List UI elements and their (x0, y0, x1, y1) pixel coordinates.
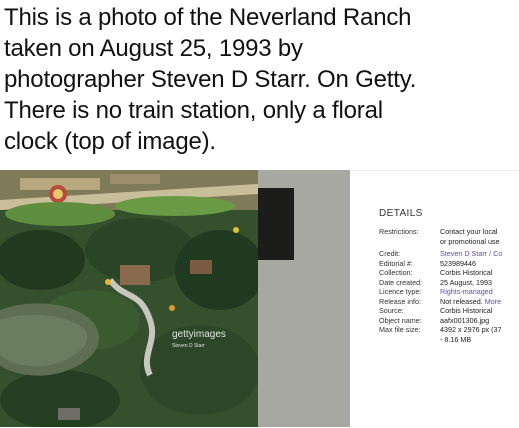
detail-row-collection: Collection: Corbis Historical (379, 268, 519, 278)
detail-value: Rights-managed (440, 287, 519, 297)
more-link[interactable]: More (485, 297, 501, 306)
detail-value: Corbis Historical (440, 306, 493, 315)
tweet-line: taken on August 25, 1993 by (4, 35, 303, 62)
detail-key: Restrictions: (379, 227, 419, 236)
detail-row-editorial: Editorial #: 523989446 (379, 259, 519, 269)
tweet-line: There is no train station, only a floral (4, 97, 383, 124)
getty-watermark: gettyimages Steven D Starr (172, 330, 226, 351)
aerial-scene (0, 170, 258, 427)
detail-row-date-created: Date created: 25 August, 1993 (379, 278, 519, 288)
details-panel: DETAILS Restrictions: Contact your local… (350, 170, 519, 428)
detail-key: Credit: (379, 249, 401, 258)
detail-value: 4392 x 2976 px (37- 8.16 MB (440, 325, 502, 344)
detail-key: Object name: (379, 315, 422, 325)
detail-key: Date created: (379, 277, 423, 287)
detail-row-licence-type: Licence type: Rights-managed (379, 287, 519, 297)
detail-key: Licence type: (379, 287, 422, 296)
detail-row-restrictions: Restrictions: Contact your local or promo… (379, 227, 519, 246)
detail-key: Collection: (379, 268, 413, 277)
gray-panel-strip (258, 170, 350, 427)
tweet-line: This is a photo of the Neverland Ranch (4, 4, 412, 31)
detail-value: Not released. More (440, 296, 502, 306)
detail-row-release-info: Release info: Not released. More (379, 297, 519, 307)
details-list: Restrictions: Contact your local or promo… (379, 227, 519, 344)
detail-key: Max file size: (379, 325, 421, 334)
detail-row-object-name: Object name: aafx001306.jpg (379, 316, 519, 326)
detail-row-source: Source: Corbis Historical (379, 306, 519, 316)
credit-link[interactable]: Steven D Starr / Co (440, 249, 502, 258)
detail-value: 523989446 (440, 258, 476, 268)
detail-key: Editorial #: (379, 258, 413, 268)
licence-link[interactable]: Rights-managed (440, 287, 493, 296)
detail-row-max-file-size: Max file size: 4392 x 2976 px (37- 8.16 … (379, 325, 519, 344)
detail-value: Corbis Historical (440, 268, 493, 277)
detail-value: Steven D Starr / Co (440, 249, 519, 259)
detail-row-credit: Credit: Steven D Starr / Co (379, 249, 519, 259)
detail-value: 25 August, 1993 (440, 277, 492, 287)
detail-value: Contact your local or promotional use (440, 227, 500, 246)
thumbnail-edge (258, 188, 294, 260)
details-title: DETAILS (379, 208, 423, 219)
detail-value: aafx001306.jpg (440, 315, 490, 325)
ranch-aerial-photo[interactable]: gettyimages Steven D Starr (0, 170, 258, 427)
detail-key: Release info: (379, 296, 421, 306)
watermark-credit: Steven D Starr (172, 343, 205, 349)
tweet-line: photographer Steven D Starr. On Getty. (4, 66, 417, 93)
tweet-text: This is a photo of the Neverland Ranch t… (4, 2, 516, 157)
tweet-line: clock (top of image). (4, 128, 216, 155)
watermark-text: gettyimages (172, 329, 226, 340)
detail-key: Source: (379, 306, 404, 315)
